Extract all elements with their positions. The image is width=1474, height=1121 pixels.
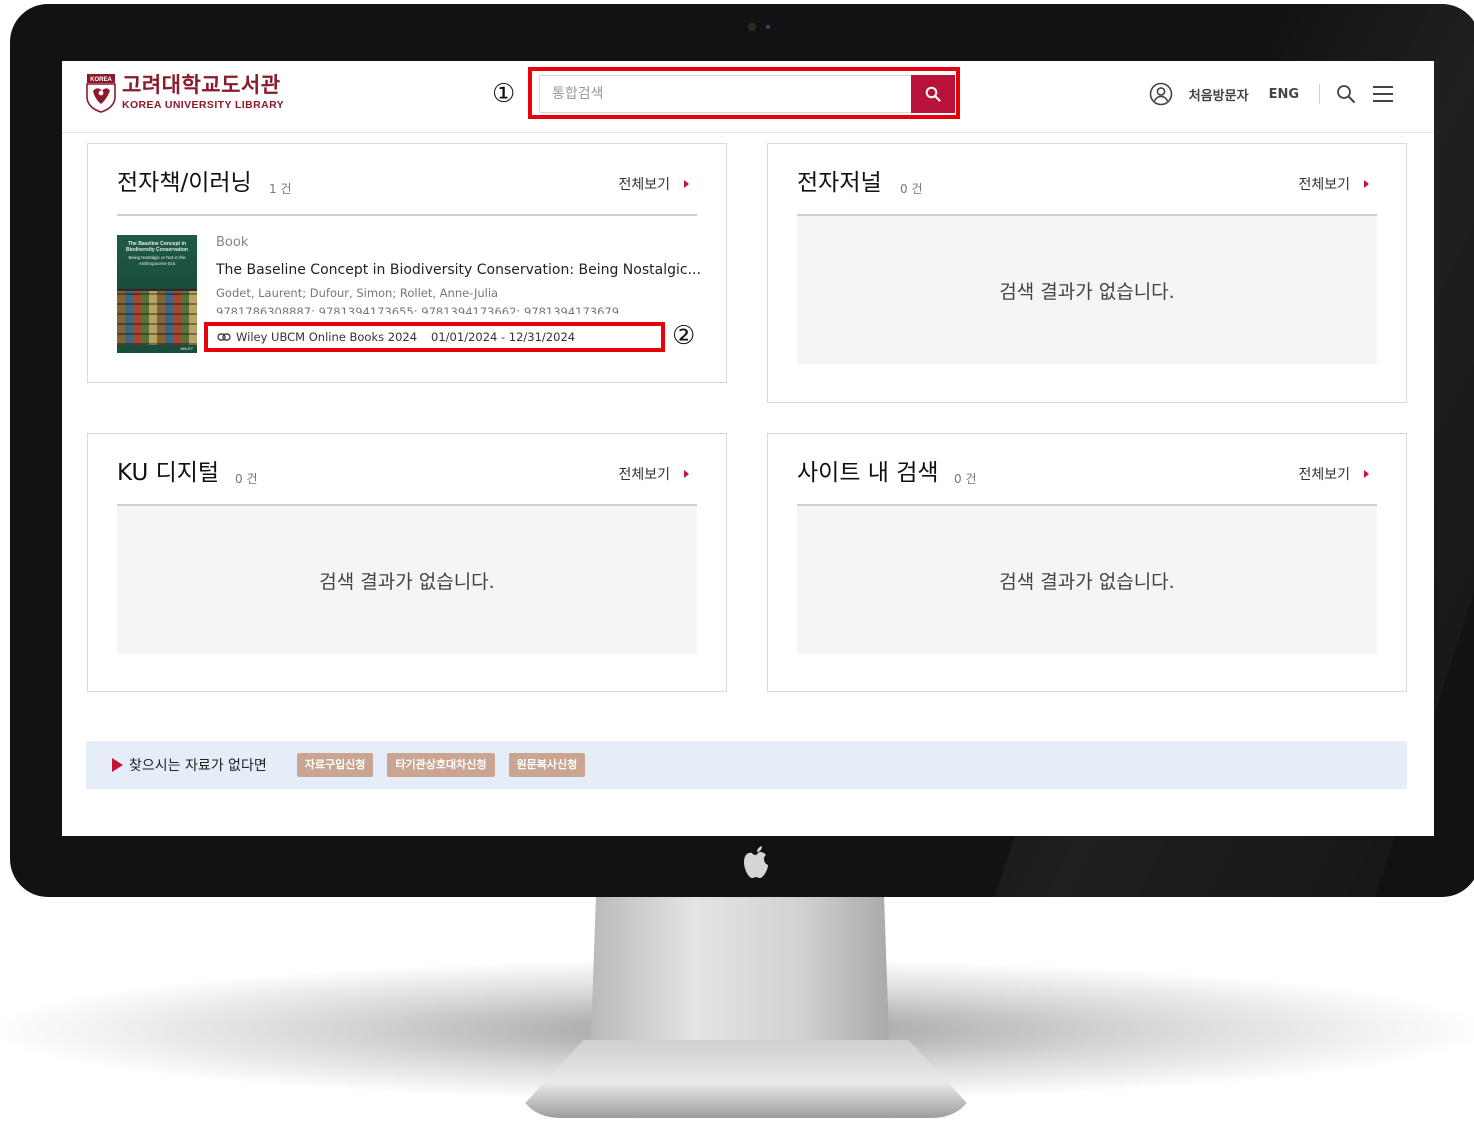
caret-right-icon [684,180,689,188]
university-emblem-icon: KOREA [86,74,116,113]
annotation-marker-1: ① [492,79,516,109]
library-logo[interactable]: KOREA 고려대학교도서관 KOREA UNIVERSITY LIBRARY [86,73,284,113]
user-account-icon[interactable] [1149,82,1173,106]
ku-digital-panel-header: KU 디지털 0 건 전체보기 [117,456,697,506]
header-utility-nav: 처음방문자 ENG [1149,81,1394,107]
site-search-panel-title: 사이트 내 검색 [797,460,939,486]
book-cover-subtitle: Being Nostalgic or Not in the Anthropoce… [128,255,186,266]
interlibrary-loan-button[interactable]: 타기관상호대차신청 [387,753,495,777]
ebook-see-all-link[interactable]: 전체보기 [618,174,689,194]
site-header: KOREA 고려대학교도서관 KOREA UNIVERSITY LIBRARY … [62,61,1434,133]
caret-right-icon [1364,470,1369,478]
book-isbn: 9781786308887; 9781394173655; 9781394173… [216,305,620,314]
first-visitor-link[interactable]: 처음방문자 [1189,85,1249,104]
see-all-label: 전체보기 [618,467,670,483]
see-all-label: 전체보기 [618,177,670,193]
header-search-icon[interactable] [1336,84,1356,104]
ebook-panel-header: 전자책/이러닝 1 건 전체보기 [117,166,697,216]
see-all-label: 전체보기 [1298,467,1350,483]
site-search-result-count: 0 건 [954,472,977,486]
ku-digital-see-all-link[interactable]: 전체보기 [618,464,689,484]
logo-text: 고려대학교도서관 KOREA UNIVERSITY LIBRARY [122,75,284,111]
site-search-empty-message: 검색 결과가 없습니다. [797,506,1377,654]
site-search-panel: 사이트 내 검색 0 건 전체보기 검색 결과가 없습니다. [767,433,1407,692]
see-all-label: 전체보기 [1298,177,1350,193]
browser-screen: KOREA 고려대학교도서관 KOREA UNIVERSITY LIBRARY … [62,61,1434,836]
camera-icon [748,23,756,31]
request-bar-text: 찾으시는 자료가 없다면 [129,758,267,774]
book-cover-footer: WILEY [117,345,197,353]
ku-digital-empty-message: 검색 결과가 없습니다. [117,506,697,654]
site-search-see-all-link[interactable]: 전체보기 [1298,464,1369,484]
ejournal-result-count: 0 건 [900,182,923,196]
book-info: Book The Baseline Concept in Biodiversit… [216,234,706,314]
caret-right-icon [1364,180,1369,188]
caret-right-icon [684,470,689,478]
hamburger-menu-icon[interactable] [1372,85,1394,103]
book-cover-publisher: WILEY [180,346,193,351]
play-triangle-icon [112,758,123,772]
book-authors: Godet, Laurent; Dufour, Simon; Rollet, A… [216,286,499,300]
apple-logo-icon [738,846,774,882]
ku-digital-result-count: 0 건 [235,472,258,486]
book-cover-image[interactable]: The Baseline Concept in Biodiversity Con… [117,235,197,353]
language-toggle-link[interactable]: ENG [1269,87,1299,102]
ejournal-see-all-link[interactable]: 전체보기 [1298,174,1369,194]
document-delivery-button[interactable]: 원문복사신청 [508,753,586,777]
logo-english: KOREA UNIVERSITY LIBRARY [122,99,285,112]
book-title-link[interactable]: The Baseline Concept in Biodiversity Con… [216,261,701,279]
ebook-result-count: 1 건 [269,182,292,196]
monitor-stand-neck [590,895,890,1065]
ejournal-panel-header: 전자저널 0 건 전체보기 [797,166,1377,216]
annotation-marker-2: ② [672,321,696,351]
ebook-panel-title: 전자책/이러닝 [117,170,252,196]
site-search-panel-header: 사이트 내 검색 0 건 전체보기 [797,456,1377,506]
search-highlight-box [528,67,960,119]
material-request-bar: 찾으시는 자료가 없다면 자료구입신청 타기관상호대차신청 원문복사신청 [86,741,1407,789]
book-cover-text: The Baseline Concept in Biodiversity Con… [121,241,193,287]
access-highlight-box [204,322,665,352]
ku-digital-panel-title: KU 디지털 [117,460,220,486]
ejournal-panel: 전자저널 0 건 전체보기 검색 결과가 없습니다. [767,143,1407,403]
apple-logo-svg [744,846,768,878]
logo-korean: 고려대학교도서관 [122,73,281,98]
ejournal-panel-title: 전자저널 [797,170,882,196]
book-type-label: Book [216,235,249,250]
purchase-request-button[interactable]: 자료구입신청 [296,753,374,777]
ejournal-empty-message: 검색 결과가 없습니다. [797,216,1377,364]
ku-digital-panel: KU 디지털 0 건 전체보기 검색 결과가 없습니다. [87,433,727,692]
book-cover-title: The Baseline Concept in Biodiversity Con… [126,241,188,253]
header-divider [1319,84,1320,104]
emblem-text: KOREA [90,77,112,83]
book-cover-photo-grid [117,291,197,345]
ebook-panel: 전자책/이러닝 1 건 전체보기 The Baseline Concept in… [87,143,727,383]
monitor-stand-base [520,1040,972,1118]
